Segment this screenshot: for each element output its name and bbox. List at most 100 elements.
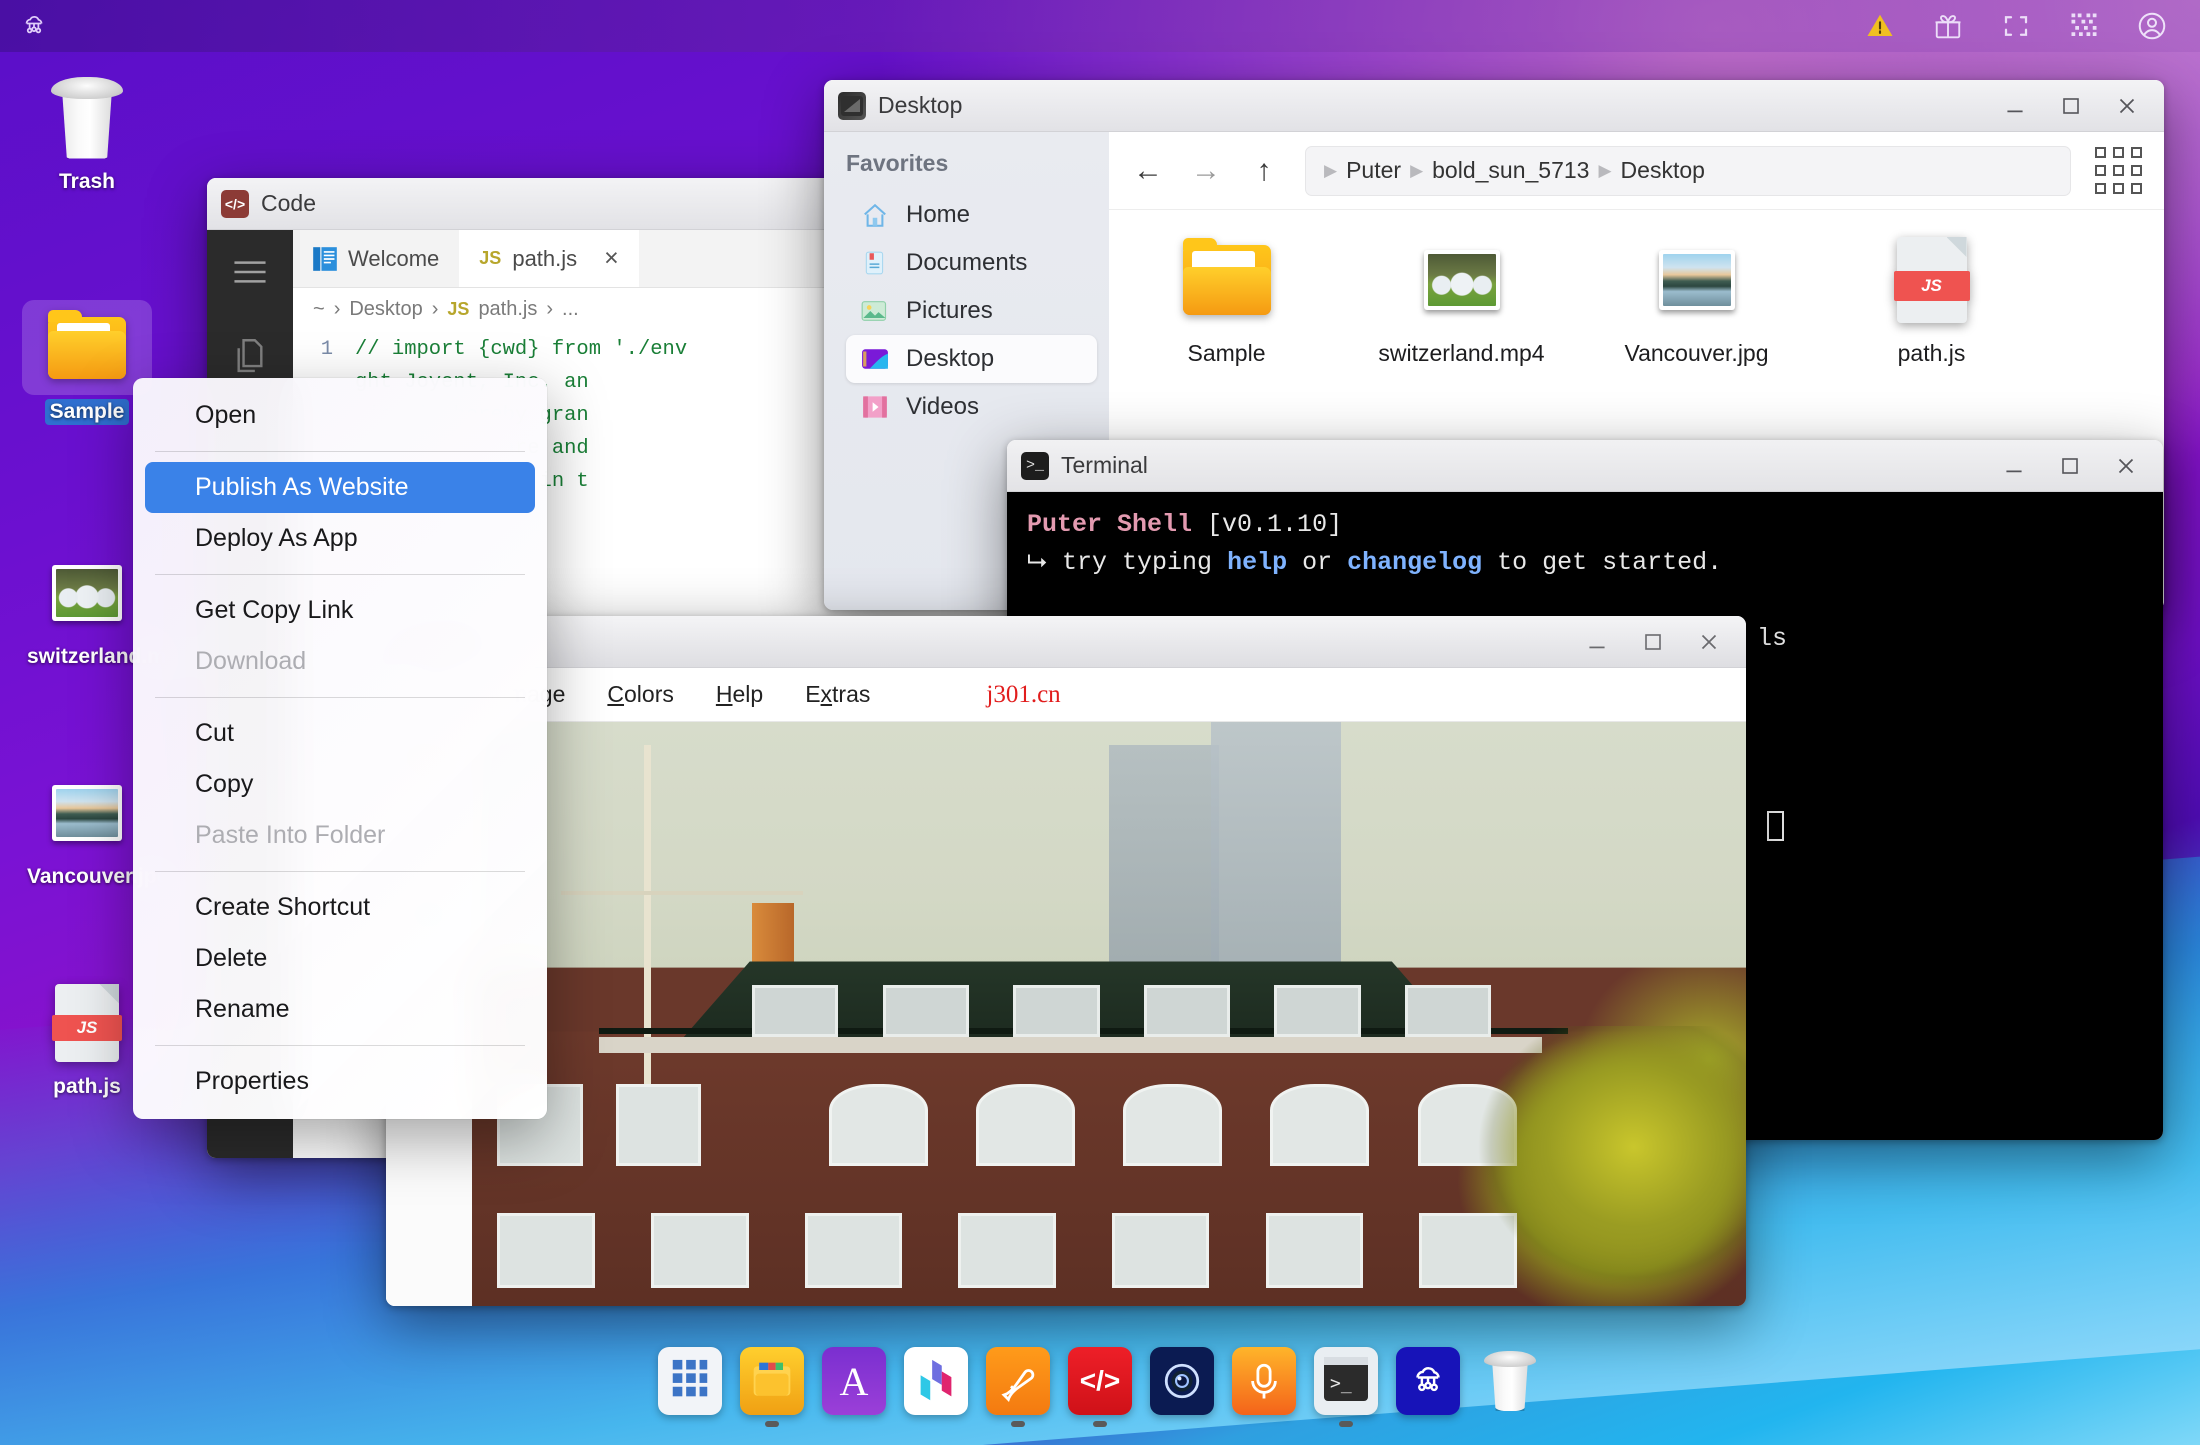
menu-item-get-copy-link[interactable]: Get Copy Link bbox=[133, 585, 547, 636]
sidebar-item-home[interactable]: Home bbox=[846, 191, 1097, 239]
paint-window[interactable]: ver.jpg View Image Colors Help Extras j3… bbox=[386, 616, 1746, 1306]
menu-extras[interactable]: Extras bbox=[805, 681, 870, 708]
terminal-version: [v0.1.10] bbox=[1207, 510, 1343, 539]
minimize-button[interactable] bbox=[1584, 629, 1610, 655]
desktop-icon-trash[interactable]: Trash bbox=[22, 70, 152, 200]
recorder-app-icon bbox=[1232, 1347, 1296, 1415]
grid-view-icon[interactable] bbox=[2095, 147, 2142, 194]
menu-item-open[interactable]: Open bbox=[133, 390, 547, 441]
close-button[interactable] bbox=[2113, 453, 2139, 479]
breadcrumb-segment-puter[interactable]: Puter bbox=[1346, 157, 1401, 184]
forward-button[interactable]: → bbox=[1189, 154, 1223, 188]
paint-menu-bar: View Image Colors Help Extras j301.cn bbox=[386, 668, 1746, 722]
vancouver-photo bbox=[472, 722, 1746, 1306]
close-button[interactable] bbox=[1696, 629, 1722, 655]
terminal-hint-line: ⮡ try typing help or changelog to get st… bbox=[1027, 544, 2143, 582]
up-button[interactable]: ↑ bbox=[1247, 154, 1281, 188]
shell-command: ls bbox=[1757, 624, 1788, 653]
menu-item-download: Download bbox=[195, 647, 307, 675]
tab-welcome[interactable]: Welcome bbox=[293, 230, 459, 287]
minimize-button[interactable] bbox=[2002, 93, 2028, 119]
explorer-window-title: Desktop bbox=[878, 92, 963, 118]
menu-separator bbox=[155, 697, 525, 698]
line-text: // import {cwd} from './env bbox=[355, 338, 688, 361]
home-icon bbox=[860, 202, 890, 228]
menu-item-delete[interactable]: Delete bbox=[133, 933, 547, 984]
dock-item-terminal[interactable]: >_ bbox=[1314, 1347, 1378, 1427]
sidebar-heading: Favorites bbox=[846, 150, 949, 176]
sidebar-item-pictures[interactable]: Pictures bbox=[846, 287, 1097, 335]
trash-icon bbox=[22, 70, 152, 165]
dock-item-code[interactable]: </> bbox=[1068, 1347, 1132, 1427]
js-icon: JS bbox=[479, 248, 502, 268]
explorer-titlebar[interactable]: Desktop bbox=[824, 80, 2164, 132]
file-name: Vancouver.jpg bbox=[1624, 340, 1769, 366]
sidebar-item-label: Videos bbox=[906, 393, 979, 420]
menu-item-copy[interactable]: Copy bbox=[133, 759, 547, 810]
menu-item-rename[interactable]: Rename bbox=[133, 984, 547, 1035]
menu-item-cut[interactable]: Cut bbox=[133, 708, 547, 759]
maximize-button[interactable] bbox=[2057, 453, 2083, 479]
puter-app-icon bbox=[1396, 1347, 1460, 1415]
breadcrumb-segment-desktop[interactable]: Desktop bbox=[1621, 157, 1705, 184]
qr-code-icon[interactable] bbox=[2068, 10, 2100, 42]
maximize-button[interactable] bbox=[1640, 629, 1666, 655]
trash-app-icon bbox=[1478, 1347, 1542, 1415]
fullscreen-icon[interactable] bbox=[2000, 10, 2032, 42]
dock-item-polotno[interactable] bbox=[904, 1347, 968, 1427]
hamburger-menu-icon[interactable] bbox=[228, 250, 272, 294]
context-menu[interactable]: Open Publish As Website Deploy As App Ge… bbox=[133, 378, 547, 1119]
menu-item-properties[interactable]: Properties bbox=[133, 1056, 547, 1107]
dock-item-trash[interactable] bbox=[1478, 1347, 1542, 1427]
paint-canvas[interactable] bbox=[472, 722, 1746, 1306]
menu-help[interactable]: Help bbox=[716, 681, 763, 708]
terminal-titlebar[interactable]: >_ Terminal bbox=[1007, 440, 2163, 492]
minimize-button[interactable] bbox=[2001, 453, 2027, 479]
dock-item-paint[interactable] bbox=[986, 1347, 1050, 1427]
close-button[interactable] bbox=[2114, 93, 2140, 119]
documents-icon bbox=[860, 250, 890, 276]
tab-label: Welcome bbox=[348, 245, 440, 271]
breadcrumb-segment-user[interactable]: bold_sun_5713 bbox=[1432, 157, 1589, 184]
chevron-right-icon: ▶ bbox=[1598, 160, 1612, 180]
image-thumbnail-icon bbox=[1579, 234, 1814, 326]
sidebar-item-label: Home bbox=[906, 201, 971, 228]
menu-item-create-shortcut[interactable]: Create Shortcut bbox=[133, 882, 547, 933]
sidebar-item-label: Pictures bbox=[906, 297, 993, 324]
dock-item-puter[interactable] bbox=[1396, 1347, 1460, 1427]
dock-item-files[interactable] bbox=[740, 1347, 804, 1427]
warning-icon[interactable] bbox=[1864, 10, 1896, 42]
breadcrumb-segment[interactable]: Desktop bbox=[349, 298, 422, 321]
terminal-app-name: Puter Shell bbox=[1027, 510, 1193, 539]
sidebar-item-label: Documents bbox=[906, 249, 1028, 276]
menu-colors[interactable]: Colors bbox=[607, 681, 673, 708]
maximize-button[interactable] bbox=[2058, 93, 2084, 119]
dock-item-camera[interactable] bbox=[1150, 1347, 1214, 1427]
tab-label: path.js bbox=[512, 245, 578, 271]
breadcrumb-segment[interactable]: ... bbox=[562, 298, 579, 321]
tab-pathjs[interactable]: JS path.js × bbox=[459, 230, 639, 287]
desktop-icon bbox=[860, 346, 890, 372]
dock-item-recorder[interactable] bbox=[1232, 1347, 1296, 1427]
sidebar-item-desktop[interactable]: Desktop bbox=[846, 335, 1097, 383]
files-explorer-icon[interactable] bbox=[228, 336, 272, 380]
desktop-icon-label: path.js bbox=[53, 1075, 121, 1098]
menu-separator bbox=[155, 871, 525, 872]
close-icon[interactable]: × bbox=[604, 244, 619, 273]
breadcrumb[interactable]: ▶ Puter ▶ bold_sun_5713 ▶ Desktop bbox=[1305, 145, 2071, 196]
dock-item-app-launcher[interactable] bbox=[658, 1347, 722, 1427]
watermark-text: j301.cn bbox=[986, 680, 1061, 708]
paint-titlebar[interactable]: ver.jpg bbox=[386, 616, 1746, 668]
sidebar-item-videos[interactable]: Videos bbox=[846, 383, 1097, 431]
breadcrumb-segment[interactable]: path.js bbox=[478, 298, 537, 321]
dock-item-editor[interactable]: A bbox=[822, 1347, 886, 1427]
svg-text:>_: >_ bbox=[1330, 1373, 1352, 1394]
sidebar-item-documents[interactable]: Documents bbox=[846, 239, 1097, 287]
gift-icon[interactable] bbox=[1932, 10, 1964, 42]
account-icon[interactable] bbox=[2136, 10, 2168, 42]
breadcrumb-segment[interactable]: ~ bbox=[313, 298, 325, 321]
menu-item-publish-as-website[interactable]: Publish As Website bbox=[145, 462, 535, 513]
menu-item-deploy-as-app[interactable]: Deploy As App bbox=[133, 513, 547, 564]
puter-cloud-logo-icon[interactable] bbox=[18, 10, 50, 42]
back-button[interactable]: ← bbox=[1131, 154, 1165, 188]
